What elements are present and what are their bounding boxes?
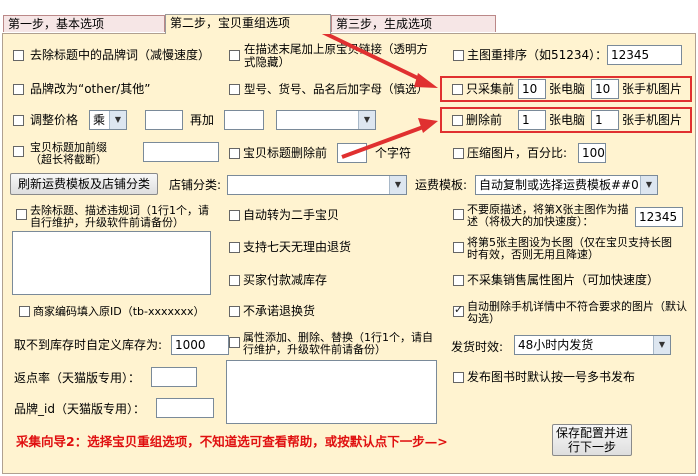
tab-label: 第二步，宝贝重组选项 (170, 16, 291, 30)
arrow-line (341, 124, 427, 159)
arrow-head-icon (418, 118, 438, 133)
tab-item-reorganize[interactable]: 第二步，宝贝重组选项 (165, 14, 331, 34)
arrow-head-icon (414, 73, 438, 88)
annotation-arrows (317, 28, 438, 159)
arrow-line (317, 28, 427, 84)
